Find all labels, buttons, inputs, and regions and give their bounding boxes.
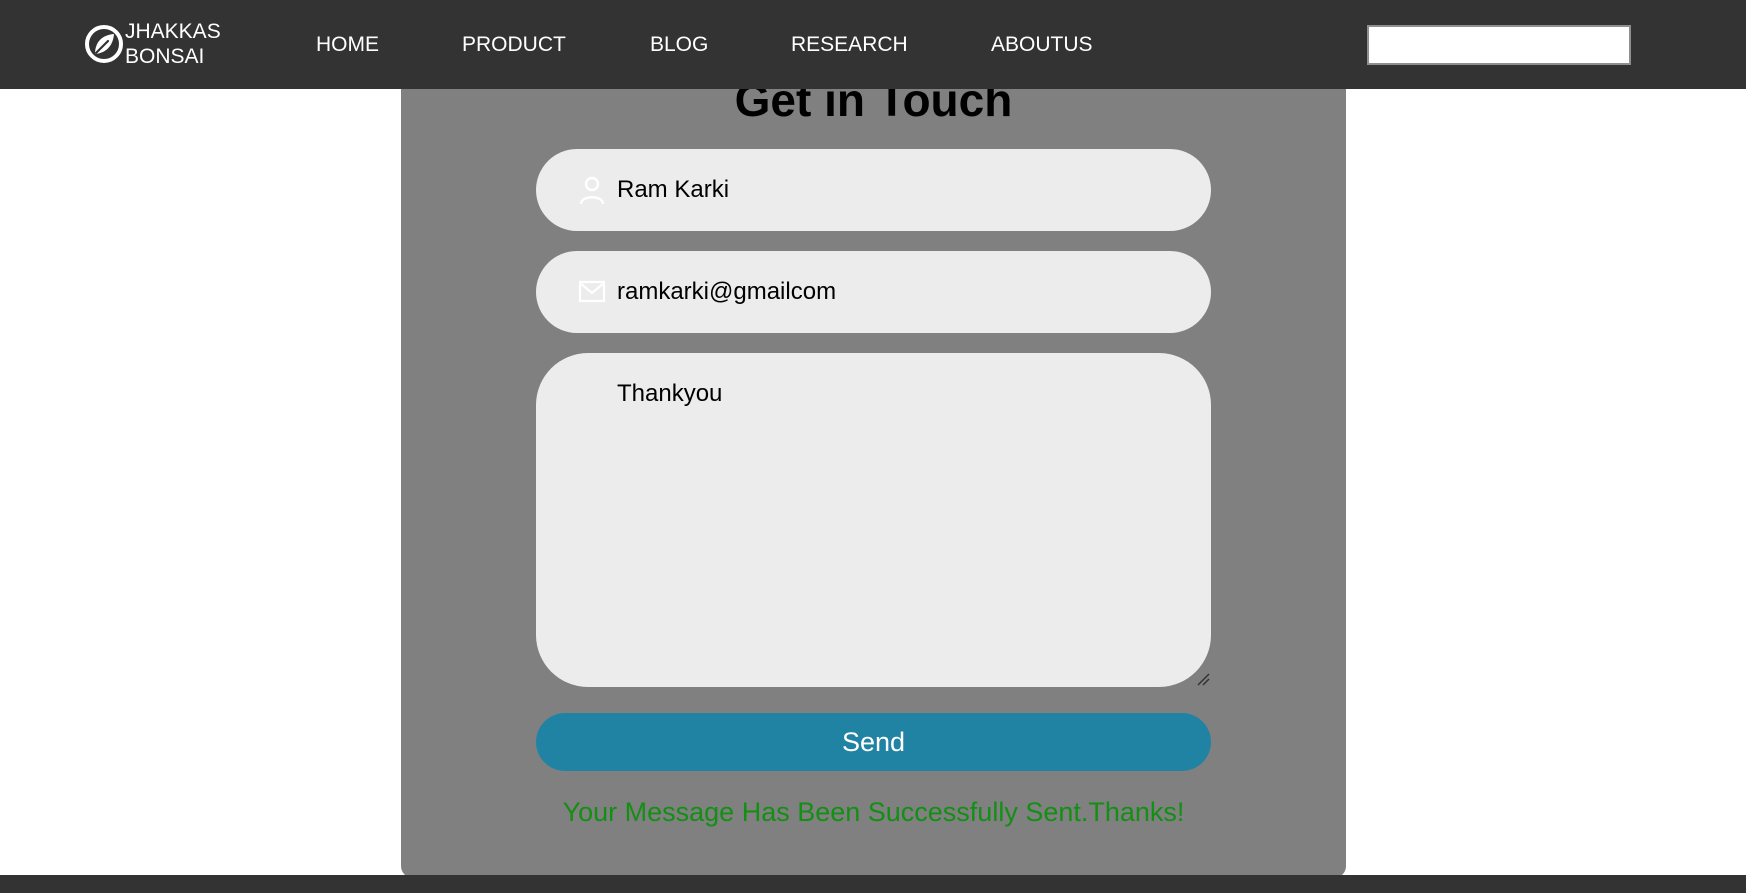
brand-name-line1: JHAKKAS bbox=[125, 20, 221, 43]
nav-product[interactable]: PRODUCT bbox=[462, 32, 566, 57]
nav-aboutus[interactable]: ABOUTUS bbox=[991, 32, 1093, 57]
nav-home[interactable]: HOME bbox=[316, 32, 379, 57]
brand-name-line2: BONSAI bbox=[125, 45, 205, 68]
message-value: Thankyou bbox=[617, 380, 723, 407]
nav-blog[interactable]: BLOG bbox=[650, 32, 708, 57]
user-icon bbox=[579, 176, 605, 205]
brand-logo[interactable]: JHAKKAS BONSAI bbox=[84, 18, 235, 70]
name-field[interactable]: Ram Karki bbox=[536, 149, 1211, 231]
resize-handle-icon[interactable] bbox=[1196, 672, 1210, 686]
nav-research[interactable]: RESEARCH bbox=[791, 32, 908, 57]
send-button[interactable]: Send bbox=[536, 713, 1211, 771]
success-message: Your Message Has Been Successfully Sent.… bbox=[562, 797, 1185, 827]
navbar: JHAKKAS BONSAI HOME PRODUCT BLOG RESEARC… bbox=[0, 0, 1746, 89]
brand-name: JHAKKAS BONSAI bbox=[125, 19, 235, 69]
envelope-icon bbox=[578, 280, 606, 303]
leaf-icon bbox=[85, 25, 123, 63]
search-input[interactable] bbox=[1367, 25, 1631, 65]
message-field[interactable]: Thankyou bbox=[536, 353, 1211, 687]
name-value: Ram Karki bbox=[617, 176, 730, 203]
email-value: ramkarki@gmailcom bbox=[617, 278, 837, 305]
email-field[interactable]: ramkarki@gmailcom bbox=[536, 251, 1211, 333]
footer-bar bbox=[0, 875, 1746, 893]
